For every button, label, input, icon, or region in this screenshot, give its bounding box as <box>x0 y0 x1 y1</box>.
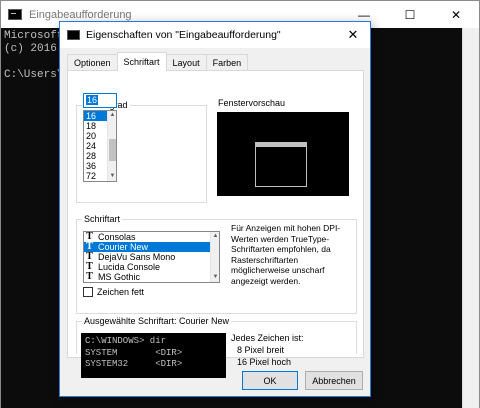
console-close-button[interactable]: ✕ <box>433 1 479 28</box>
window-preview <box>217 112 349 196</box>
console-app-icon <box>67 30 80 40</box>
font-scrollbar[interactable]: ▲ ▼ <box>210 232 219 282</box>
maximize-button[interactable]: ☐ <box>387 1 433 28</box>
truetype-icon: T <box>86 271 93 282</box>
scroll-up-icon[interactable]: ▲ <box>211 232 219 241</box>
size-listbox[interactable]: 16 18 20 24 28 36 72 ▲ ▼ <box>83 110 117 182</box>
tab-optionen[interactable]: Optionen <box>67 54 118 71</box>
size-scrollbar[interactable]: ▲ ▼ <box>107 111 116 181</box>
ok-button[interactable]: OK <box>242 371 298 390</box>
bold-checkbox-label: Zeichen fett <box>97 287 145 297</box>
tab-layout[interactable]: Layout <box>165 54 207 71</box>
font-option-label: Lucida Console <box>98 262 161 272</box>
scroll-down-icon[interactable]: ▼ <box>211 273 219 282</box>
char-width: 8 Pixel breit <box>237 345 285 355</box>
scroll-down-icon[interactable]: ▼ <box>108 172 116 181</box>
size-scroll-thumb[interactable] <box>109 139 116 161</box>
size-input-value: 16 <box>86 95 99 105</box>
font-option-label: Consolas <box>98 232 136 242</box>
font-option-dejavu-sans-mono[interactable]: T DejaVu Sans Mono <box>84 252 219 263</box>
console-app-icon <box>8 9 22 20</box>
font-listbox[interactable]: T Consolas T Courier New T DejaVu Sans M… <box>83 231 220 283</box>
checkbox-box[interactable] <box>83 287 93 297</box>
dialog-close-button[interactable]: ✕ <box>336 22 370 48</box>
char-size-heading: Jedes Zeichen ist: <box>231 333 304 343</box>
font-option-consolas[interactable]: T Consolas <box>84 232 219 242</box>
font-sample: C:\WINDOWS> dir SYSTEM <DIR> SYSTEM32 <D… <box>81 333 226 378</box>
console-scrollbar[interactable] <box>462 28 479 408</box>
size-input[interactable]: 16 <box>83 93 117 108</box>
scroll-up-icon[interactable]: ▲ <box>108 111 116 120</box>
bold-checkbox[interactable]: Zeichen fett <box>83 287 144 297</box>
font-option-ms-gothic[interactable]: T MS Gothic <box>84 271 219 283</box>
font-option-lucida-console[interactable]: T Lucida Console <box>84 262 219 273</box>
dialog-title: Eigenschaften von "Eingabeaufforderung" <box>86 29 281 41</box>
properties-dialog: Eigenschaften von "Eingabeaufforderung" … <box>59 21 371 397</box>
char-size-info: Jedes Zeichen ist: 8 Pixel breit 16 Pixe… <box>231 332 304 368</box>
font-option-label: DejaVu Sans Mono <box>98 252 176 262</box>
tab-farben[interactable]: Farben <box>205 54 249 71</box>
dialog-titlebar[interactable]: Eigenschaften von "Eingabeaufforderung" … <box>60 22 370 48</box>
console-title: Eingabeaufforderung <box>29 8 132 21</box>
char-height: 16 Pixel hoch <box>237 357 292 367</box>
cancel-button[interactable]: Abbrechen <box>305 371 363 390</box>
preview-window-titlebar <box>256 143 306 147</box>
truetype-hint: Für Anzeigen mit hohen DPI-Werten werden… <box>231 223 341 286</box>
font-option-label: Courier New <box>98 242 149 252</box>
tab-schriftart[interactable]: Schriftart <box>116 52 167 71</box>
panel-content: 16 16 18 20 24 28 36 72 ▲ ▼ T Consolas T… <box>67 70 364 378</box>
font-option-courier-new[interactable]: T Courier New <box>84 242 219 252</box>
preview-window-frame <box>255 142 307 187</box>
font-option-label: MS Gothic <box>98 272 141 282</box>
